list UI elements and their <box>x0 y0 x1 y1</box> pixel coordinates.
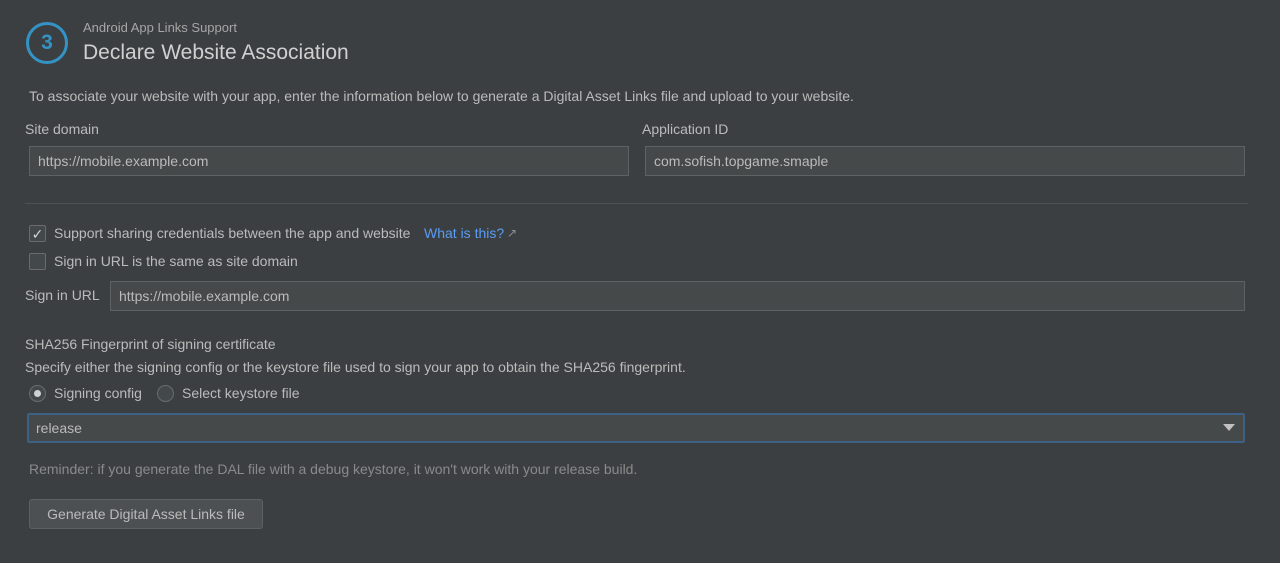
sign-in-url-input[interactable] <box>110 281 1245 311</box>
sign-in-url-label: Sign in URL <box>25 287 100 303</box>
site-domain-label: Site domain <box>25 121 99 137</box>
page-title: Declare Website Association <box>83 41 349 64</box>
what-is-this-link[interactable]: What is this? <box>424 225 504 241</box>
site-domain-input[interactable] <box>29 146 629 176</box>
select-keystore-radio[interactable] <box>157 385 174 402</box>
checkmark-icon: ✓ <box>31 225 44 242</box>
chevron-down-icon <box>1223 424 1235 431</box>
step-number-badge: 3 <box>26 22 68 64</box>
radio-selected-dot <box>34 390 41 397</box>
signing-config-dropdown[interactable]: release <box>27 413 1245 443</box>
generate-dal-button[interactable]: Generate Digital Asset Links file <box>29 499 263 529</box>
select-keystore-label: Select keystore file <box>182 385 300 401</box>
fingerprint-heading: SHA256 Fingerprint of signing certificat… <box>25 336 276 352</box>
external-link-icon: ↗ <box>507 226 518 240</box>
step-subtitle: Android App Links Support <box>83 20 237 35</box>
signing-config-radio[interactable] <box>29 385 46 402</box>
intro-text: To associate your website with your app,… <box>29 88 854 104</box>
signing-config-label: Signing config <box>54 385 142 401</box>
declare-website-association-panel: 3 Android App Links Support Declare Webs… <box>0 0 1280 563</box>
sign-in-same-checkbox[interactable] <box>29 253 46 270</box>
fingerprint-description: Specify either the signing config or the… <box>25 359 686 375</box>
sign-in-same-label: Sign in URL is the same as site domain <box>54 253 298 269</box>
application-id-input[interactable] <box>645 146 1245 176</box>
support-credentials-label: Support sharing credentials between the … <box>54 225 411 241</box>
application-id-label: Application ID <box>642 121 729 137</box>
reminder-text: Reminder: if you generate the DAL file w… <box>29 461 638 477</box>
section-divider <box>25 203 1248 204</box>
support-credentials-checkbox[interactable]: ✓ <box>29 225 46 242</box>
step-number: 3 <box>41 31 53 54</box>
dropdown-selected-value: release <box>36 420 82 436</box>
